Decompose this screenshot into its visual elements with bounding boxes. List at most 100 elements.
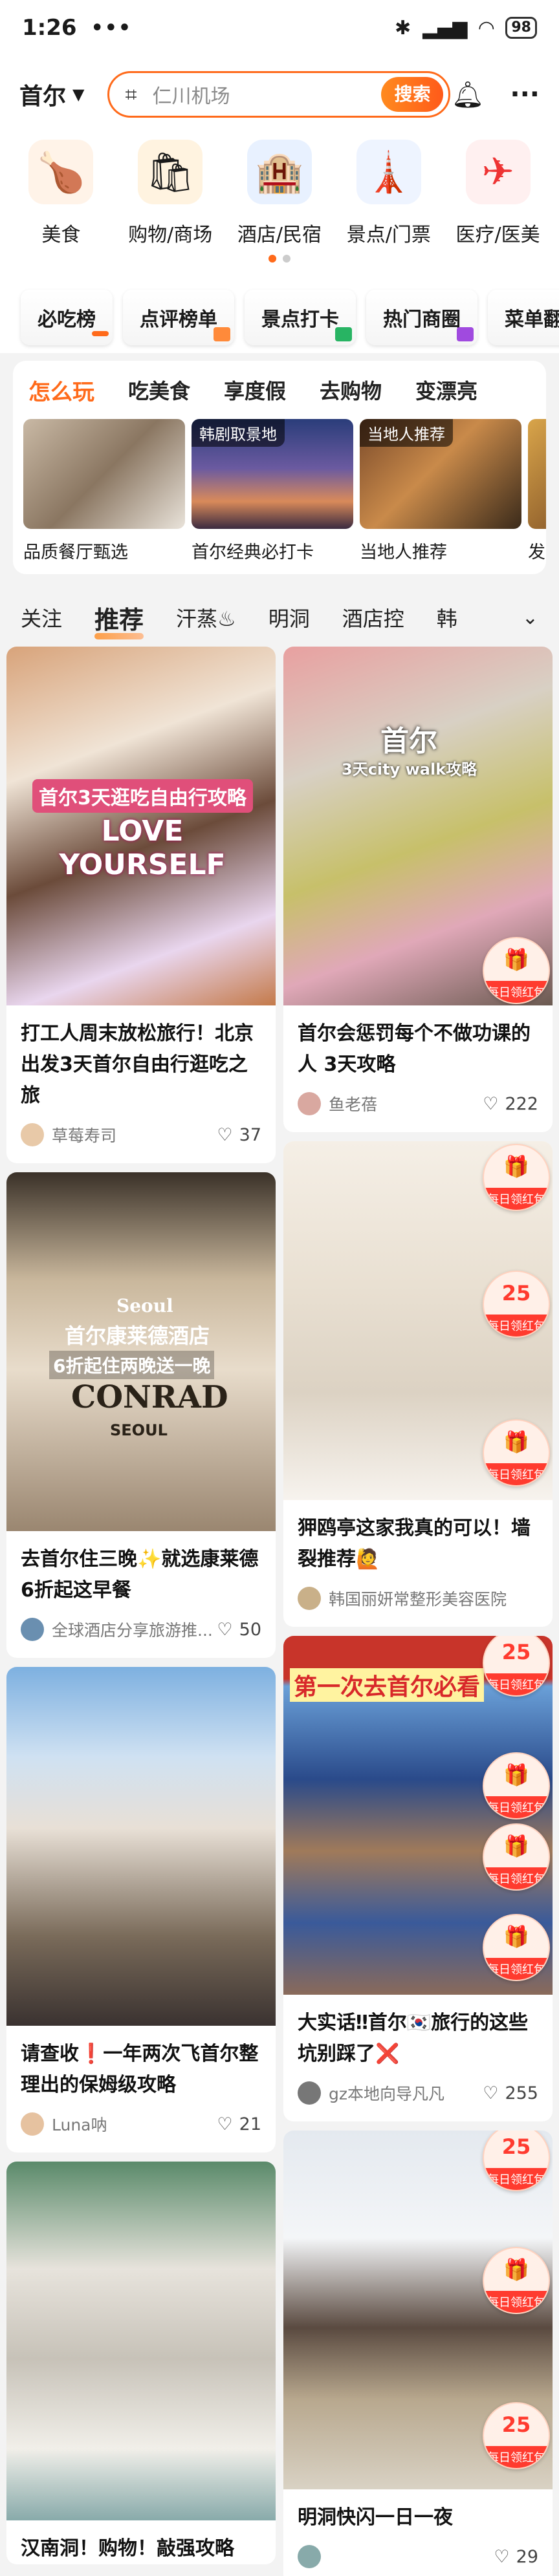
red-packet-badge[interactable]: 🎁 每日领红包 xyxy=(483,1144,550,1211)
red-packet-badge[interactable]: 25 每日领红包 xyxy=(483,2131,550,2191)
red-packet-badge[interactable]: 🎁 每日领红包 xyxy=(483,937,550,1004)
red-packet-badge[interactable]: 🎁 每日领红包 xyxy=(483,1823,550,1891)
tab-recommend[interactable]: 推荐 xyxy=(94,600,144,639)
play-card-image xyxy=(23,419,185,529)
tab-shopping[interactable]: 去购物 xyxy=(320,375,382,405)
post-card[interactable]: 🎁 每日领红包 25 每日领红包 🎁 每日领红包 狎鸥亭这家我真的可以！墙裂推荐🙋 韩… xyxy=(283,1141,553,1627)
tab-korea[interactable]: 韩 xyxy=(437,603,457,632)
wifi-icon: ◠ xyxy=(479,16,494,39)
badge-text: 每日领红包 xyxy=(484,1673,549,1695)
red-packet-badge[interactable]: 🎁 每日领红包 xyxy=(483,2247,550,2314)
ranking-business-district[interactable]: 热门商圈 xyxy=(366,290,477,345)
search-button[interactable]: 搜索 xyxy=(381,77,444,112)
post-card[interactable]: 第一次去首尔必看 25 每日领红包 🎁 每日领红包 🎁 每日领红包 🎁 每日领红包 大实… xyxy=(283,1636,553,2121)
play-card[interactable]: 当地人推荐 当地人推荐 xyxy=(360,419,521,563)
like-count: 37 xyxy=(239,1124,261,1145)
avatar xyxy=(21,1618,44,1641)
play-card[interactable]: 品质餐厅甄选 xyxy=(23,419,185,563)
tab-eat[interactable]: 吃美食 xyxy=(128,375,190,405)
red-packet-badge[interactable]: 🎁 每日领红包 xyxy=(483,1752,550,1819)
post-card[interactable]: 首尔3天逛吃自由行攻略 LOVE YOURSELF 打工人周末放松旅行！北京出发… xyxy=(6,647,276,1163)
tab-sauna[interactable]: 汗蒸♨ xyxy=(176,603,236,632)
post-meta: 草莓寿司 ♡ 37 xyxy=(6,1111,276,1163)
play-card-image: 韩剧取景地 xyxy=(192,419,353,529)
red-packet-badge[interactable]: 25 每日领红包 xyxy=(483,1271,550,1338)
chicken-icon: 🍗 xyxy=(28,140,94,204)
post-author: 鱼老蓓 xyxy=(329,1095,378,1114)
red-packet-badge[interactable]: 🎁 每日领红包 xyxy=(483,1914,550,1981)
avatar xyxy=(298,2081,321,2105)
post-image: 25 每日领红包 🎁 每日领红包 25 每日领红包 xyxy=(283,2131,553,2489)
more-icon[interactable]: ··· xyxy=(510,80,540,109)
post-card[interactable]: 首尔 3天city walk攻略 🎁 每日领红包 首尔会惩罚每个不做功课的人 3天… xyxy=(283,647,553,1132)
post-card[interactable]: 请查收❗一年两次飞首尔整理出的保姆级攻略 Luna呐 ♡ 21 xyxy=(6,1667,276,2152)
tab-hotel[interactable]: 酒店控 xyxy=(342,603,404,632)
post-card[interactable]: 汉南洞！购物！敲强攻略 xyxy=(6,2162,276,2564)
post-author: Luna呐 xyxy=(52,2116,107,2134)
play-card[interactable]: 韩剧取景地 首尔经典必打卡 xyxy=(192,419,353,563)
post-meta: 鱼老蓓 ♡ 222 xyxy=(283,1080,553,1132)
post-card[interactable]: 25 每日领红包 🎁 每日领红包 25 每日领红包 明洞快闪一日一夜 ♡ 29 xyxy=(283,2131,553,2576)
ranking-must-eat[interactable]: 必吃榜 xyxy=(21,290,113,345)
play-cards: 品质餐厅甄选 韩剧取景地 首尔经典必打卡 当地人推荐 当地人推荐 发现 xyxy=(13,419,546,563)
badge-number: 25 xyxy=(501,2412,531,2437)
ranking-review-list[interactable]: 点评榜单 xyxy=(123,290,234,345)
heart-icon: ♡ xyxy=(217,1124,233,1145)
search-box[interactable]: ⌗ 仁川机场 搜索 xyxy=(107,71,451,118)
like-count: 50 xyxy=(239,1619,261,1640)
like-count: 29 xyxy=(516,2546,538,2567)
badge-text: 每日领红包 xyxy=(484,1867,549,1889)
like-button[interactable]: ♡ 29 xyxy=(494,2547,538,2567)
post-image: 🎁 每日领红包 25 每日领红包 🎁 每日领红包 xyxy=(283,1141,553,1500)
like-count: 21 xyxy=(239,2114,261,2134)
scan-icon[interactable]: ⌗ xyxy=(125,82,137,107)
tab-how-to-play[interactable]: 怎么玩 xyxy=(28,374,94,406)
tab-vacation[interactable]: 享度假 xyxy=(224,375,286,405)
pager-dot xyxy=(269,255,276,263)
ranking-label: 点评榜单 xyxy=(140,308,217,331)
like-button[interactable]: ♡ 50 xyxy=(217,1620,261,1640)
badge-text: 每日领红包 xyxy=(484,1315,549,1336)
badge-text: 每日领红包 xyxy=(484,2446,549,2468)
how-to-play-panel: 怎么玩 吃美食 享度假 去购物 变漂亮 品质餐厅甄选 韩剧取景地 首尔经典必打卡… xyxy=(13,361,546,574)
red-packet-badge[interactable]: 25 每日领红包 xyxy=(483,1636,550,1697)
tab-myeongdong[interactable]: 明洞 xyxy=(269,603,310,632)
category-label: 购物/商场 xyxy=(128,224,213,246)
red-packet-badge[interactable]: 🎁 每日领红包 xyxy=(483,1419,550,1487)
chevron-down-icon[interactable]: ⌄ xyxy=(522,606,538,629)
search-input[interactable]: 仁川机场 xyxy=(153,80,382,109)
like-button[interactable]: ♡ 37 xyxy=(217,1125,261,1145)
avatar xyxy=(21,1123,44,1146)
feed-column-right: 首尔 3天city walk攻略 🎁 每日领红包 首尔会惩罚每个不做功课的人 3天… xyxy=(283,647,553,2576)
tab-follow[interactable]: 关注 xyxy=(21,603,62,632)
play-card-caption: 首尔经典必打卡 xyxy=(192,542,314,563)
category-label: 医疗/医美 xyxy=(455,224,540,246)
avatar xyxy=(21,2112,44,2136)
post-card[interactable]: Seoul 首尔康莱德酒店 6折起住两晚送一晚 CONRAD SEOUL 去首尔… xyxy=(6,1172,276,1658)
tab-beauty[interactable]: 变漂亮 xyxy=(415,375,477,405)
heart-icon: ♡ xyxy=(217,2114,233,2134)
post-author: gz本地向导凡凡 xyxy=(329,2085,444,2103)
feed-column-left: 首尔3天逛吃自由行攻略 LOVE YOURSELF 打工人周末放松旅行！北京出发… xyxy=(6,647,276,2573)
like-button[interactable]: ♡ 21 xyxy=(217,2114,261,2134)
post-title: 明洞快闪一日一夜 xyxy=(298,2506,453,2529)
like-button[interactable]: ♡ 255 xyxy=(483,2083,538,2103)
play-card-image xyxy=(528,419,546,529)
post-overlay-title: 首尔3天逛吃自由行攻略 xyxy=(32,779,253,813)
bell-icon[interactable]: 🔔︎ xyxy=(452,80,485,110)
post-overlay-text: LOVE YOURSELF xyxy=(59,815,226,881)
category-label: 酒店/民宿 xyxy=(237,224,322,246)
post-meta: Luna呐 ♡ 21 xyxy=(6,2101,276,2152)
ranking-label: 必吃榜 xyxy=(38,308,96,331)
gift-icon: 🎁 xyxy=(503,2257,529,2282)
badge-text: 每日领红包 xyxy=(484,1958,549,1980)
gift-icon: 🎁 xyxy=(503,1924,529,1949)
red-packet-badge[interactable]: 25 每日领红包 xyxy=(483,2402,550,2469)
heart-icon: ♡ xyxy=(217,1619,233,1640)
city-selector[interactable]: 首尔 ▼ xyxy=(19,78,84,111)
ranking-menu[interactable]: 菜单翻 xyxy=(488,290,559,345)
like-button[interactable]: ♡ 222 xyxy=(483,1094,538,1114)
play-card-tag: 韩剧取景地 xyxy=(192,419,285,447)
play-card[interactable]: 发现 xyxy=(528,419,546,563)
ranking-attractions[interactable]: 景点打卡 xyxy=(245,290,356,345)
